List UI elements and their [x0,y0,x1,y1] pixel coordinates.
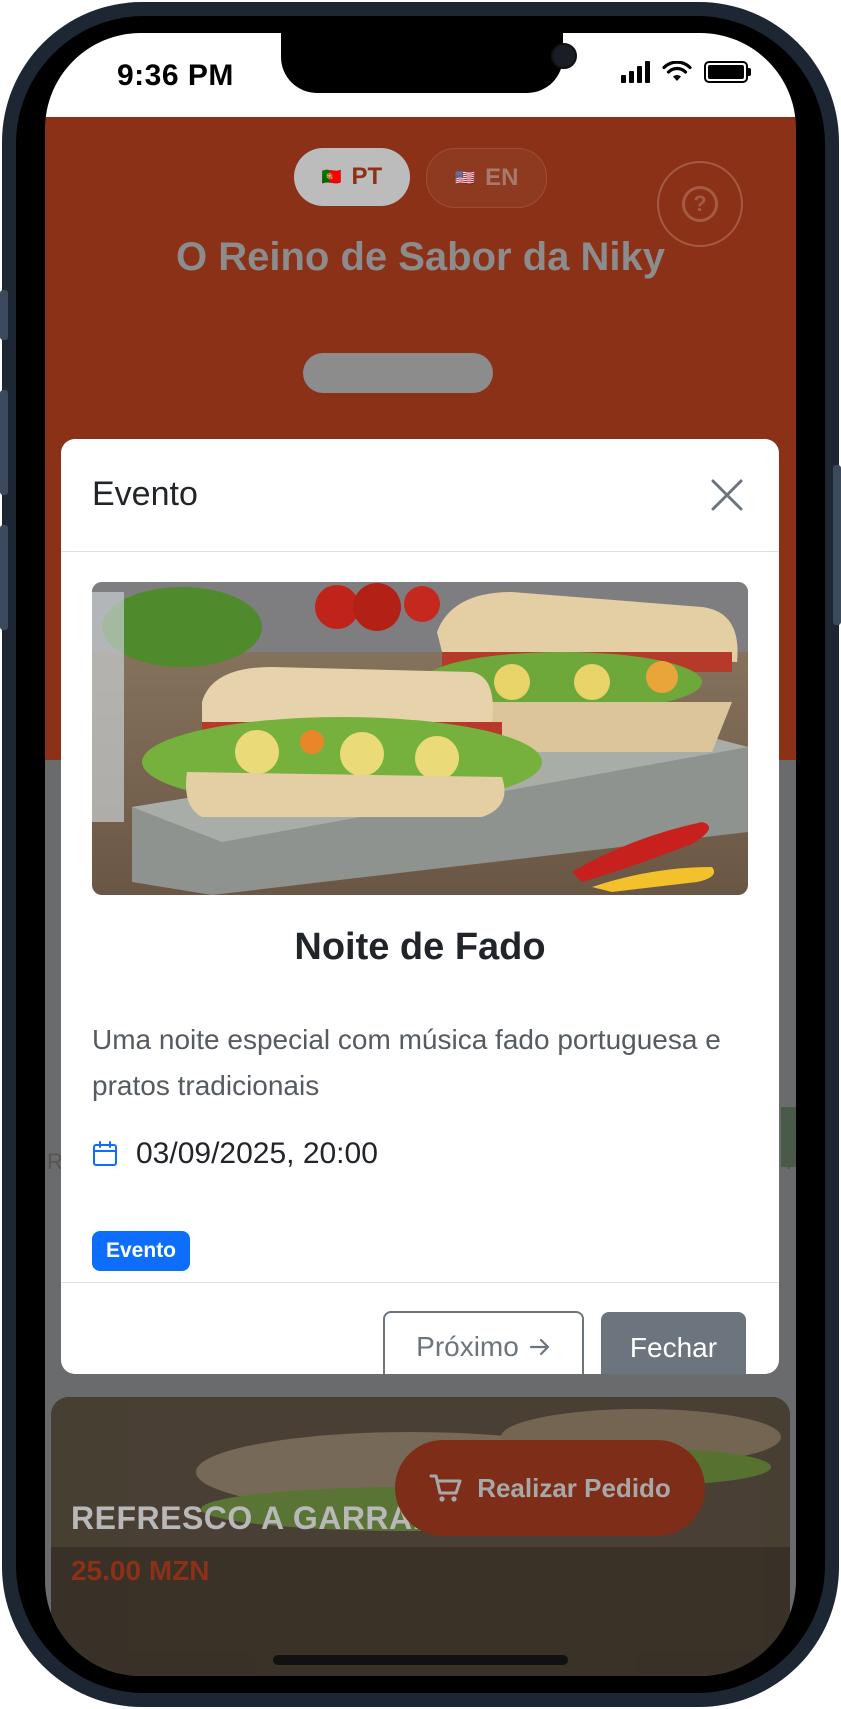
event-description: Uma noite especial com música fado portu… [92,1024,721,1101]
status-icons [621,61,751,83]
close-button[interactable]: Fechar [601,1312,746,1374]
signal-icon [621,61,650,83]
status-time: 9:36 PM [117,59,234,92]
event-datetime: 03/09/2025, 20:00 [136,1137,378,1170]
side-card-image [781,1107,796,1167]
sandwich-photo [92,582,748,895]
place-order-button[interactable]: Realizar Pedido [395,1440,705,1536]
phone-screen: 9:36 PM 🇵🇹 PT 🇺🇸 EN ? O Reino de Sabor d… [45,33,796,1676]
battery-icon [704,61,751,83]
next-button[interactable]: Próximo [383,1311,584,1374]
product-title: REFRESCO A GARRAFA [71,1500,455,1536]
event-image [92,582,748,895]
event-name: Noite de Fado [294,926,546,968]
language-code: PT [351,163,383,190]
question-circle-icon: ? [682,186,718,222]
restaurant-name: O Reino de Sabor da Niky [175,235,665,279]
arrow-right-icon [529,1338,549,1356]
volume-down-button [0,525,8,630]
event-type-badge: Evento [92,1231,191,1271]
next-button-label: Próximo [416,1331,519,1362]
home-indicator [273,1655,568,1665]
product-price: 25.00 MZN [71,1555,210,1586]
volume-up-button [0,390,8,495]
language-button-pt[interactable]: 🇵🇹 PT [293,148,411,206]
close-icon[interactable] [709,477,745,513]
place-order-label: Realizar Pedido [477,1472,671,1503]
usa-flag-icon: 🇺🇸 [455,170,476,187]
front-camera [551,43,577,69]
wifi-icon [662,61,692,81]
event-modal: Evento Noite de Fado Uma noite especial … [61,439,779,1374]
event-date-row: 03/09/2025, 20:00 [92,1137,378,1171]
notch [281,33,577,93]
calendar-icon [93,1141,117,1166]
language-code: EN [485,164,519,191]
portugal-flag-icon: 🇵🇹 [321,169,342,186]
modal-title: Evento [92,475,198,513]
app-content: 🇵🇹 PT 🇺🇸 EN ? O Reino de Sabor da Niky R… [45,117,796,1676]
mute-switch [0,290,8,340]
modal-header: Evento [61,439,779,552]
cart-icon [429,1474,462,1502]
power-button [833,465,841,625]
language-button-en[interactable]: 🇺🇸 EN [426,148,548,208]
product-card[interactable]: REFRESCO A GARRAFA 25.00 MZN [51,1397,790,1676]
category-pill[interactable] [303,353,493,393]
